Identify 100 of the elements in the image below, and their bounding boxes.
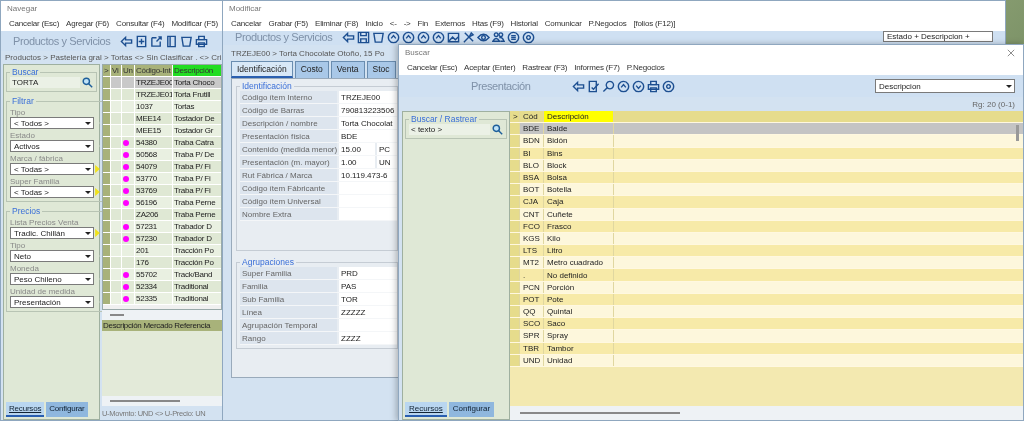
column-header[interactable]: Descripción Mercado Referencia — [102, 320, 222, 331]
bucket-icon[interactable] — [372, 31, 386, 44]
add-document-icon[interactable] — [135, 34, 149, 48]
table-row[interactable]: MEE15 Tostador Gr — [103, 125, 221, 137]
input-field[interactable] — [339, 195, 397, 207]
printer-icon[interactable] — [647, 79, 661, 93]
input-field[interactable]: 1.00 — [339, 156, 375, 168]
menu-item[interactable]: Aceptar (Enter) — [464, 63, 516, 72]
row-header-cell[interactable] — [510, 196, 520, 208]
table-row[interactable]: TRZEJE00 Torta Choco — [103, 77, 221, 89]
check-document-icon[interactable] — [587, 79, 601, 93]
column-header[interactable]: > — [510, 111, 520, 123]
dropdown[interactable]: < Todas > — [10, 186, 94, 198]
input-field[interactable]: 10.119.473-6 — [339, 169, 397, 181]
down-circle-icon[interactable] — [632, 79, 646, 93]
column-header[interactable]: Un — [122, 65, 135, 76]
table-row[interactable]: 54380 Traba Catra — [103, 137, 221, 149]
column-header[interactable]: Vi — [111, 65, 122, 76]
row-header-cell[interactable] — [510, 220, 520, 232]
row-header-cell[interactable] — [510, 147, 520, 159]
list-icon[interactable] — [507, 31, 521, 44]
column-header[interactable]: Descripción — [544, 111, 614, 123]
dropdown[interactable]: Neto — [10, 250, 94, 262]
scrollbar[interactable] — [520, 412, 680, 414]
row-header-cell[interactable] — [510, 269, 520, 281]
dropdown[interactable]: < Todas > — [10, 163, 94, 175]
menu-item[interactable]: Modificar (F5) — [171, 19, 218, 28]
table-row[interactable]: MEE14 Tostador De — [103, 113, 221, 125]
table-row[interactable]: 53770 Traba P/ Fi — [103, 173, 221, 185]
row-header-cell[interactable] — [510, 171, 520, 184]
search-icon[interactable] — [492, 124, 503, 135]
table-row[interactable]: BDN Bidón — [510, 135, 1023, 148]
row-header-cell[interactable] — [510, 232, 520, 245]
menu-item[interactable]: P.Negocios — [626, 63, 665, 72]
scrollbar[interactable] — [1016, 125, 1019, 141]
menu-item[interactable]: Cancelar (Esc) — [9, 19, 60, 28]
tools-icon[interactable] — [462, 31, 476, 44]
dropdown[interactable]: Tradic. Chillán — [10, 227, 94, 239]
input-field[interactable]: 15.00 — [339, 143, 375, 155]
row-header-cell[interactable] — [510, 159, 520, 171]
menu-item[interactable]: Consultar (F4) — [116, 19, 165, 28]
input-field[interactable] — [339, 182, 397, 194]
menu-item[interactable]: Historial — [510, 19, 538, 28]
people-icon[interactable] — [492, 31, 506, 44]
input-field[interactable]: PAS — [339, 280, 397, 292]
dropdown[interactable]: < Todos > — [10, 117, 94, 129]
menu-item[interactable]: Rastrear (F3) — [522, 63, 568, 72]
search-field[interactable]: TORTA — [10, 77, 80, 88]
settings-icon[interactable] — [662, 79, 676, 93]
book-icon[interactable] — [165, 34, 179, 48]
row-header-cell[interactable] — [510, 342, 520, 354]
table-row[interactable]: CJA Caja — [510, 196, 1023, 209]
picture-icon[interactable] — [447, 31, 461, 44]
table-row[interactable]: 52335 Traditional — [103, 293, 221, 305]
menu-item[interactable]: Grabar (F5) — [268, 19, 308, 28]
input-field[interactable] — [339, 208, 397, 220]
tab[interactable]: Costo — [294, 61, 329, 78]
tab[interactable]: Identificación — [231, 61, 293, 78]
row-header-cell[interactable] — [510, 257, 520, 269]
menu-item[interactable]: [folios (F12)] — [633, 19, 676, 28]
bottom-tab[interactable]: Configurar — [46, 402, 88, 417]
table-row[interactable]: TRZEJE01 Torta Frutill — [103, 89, 221, 101]
close-icon[interactable] — [1007, 48, 1015, 57]
table-row[interactable]: 201 Tracción Po — [103, 245, 221, 257]
back-arrow-icon[interactable] — [120, 34, 134, 48]
printer-icon[interactable] — [195, 34, 209, 48]
menu-item[interactable]: Eliminar (F8) — [315, 19, 359, 28]
table-row[interactable]: ZA206 Traba Perne — [103, 209, 221, 221]
up-circle-icon[interactable] — [617, 79, 631, 93]
input-field[interactable] — [339, 319, 397, 331]
up-circle-icon[interactable] — [432, 31, 446, 44]
search-icon[interactable] — [602, 79, 616, 93]
bottom-tab[interactable]: Recursos — [6, 402, 45, 417]
input-field[interactable]: TOR — [339, 293, 397, 305]
column-header[interactable]: Descripción — [173, 65, 221, 76]
bucket-icon[interactable] — [180, 34, 194, 48]
row-header-cell[interactable] — [510, 123, 520, 135]
scrollbar[interactable] — [110, 314, 124, 316]
table-row[interactable]: 52334 Traditional — [103, 281, 221, 293]
menu-item[interactable]: Inicio — [365, 19, 383, 28]
table-row[interactable]: 57231 Trabador D — [103, 221, 221, 233]
row-header-cell[interactable] — [510, 330, 520, 342]
row-header-cell[interactable] — [510, 135, 520, 147]
table-row[interactable]: BDE Balde — [510, 123, 1023, 136]
bottom-tab[interactable]: Recursos — [405, 402, 447, 417]
input-field[interactable]: PRD — [339, 267, 397, 279]
input-field[interactable]: ZZZZZ — [339, 306, 397, 318]
table-row[interactable]: 1037 Tortas — [103, 101, 221, 113]
table-row[interactable]: 54079 Traba P/ Fi — [103, 161, 221, 173]
dropdown[interactable]: Estado + Descripcion + — [883, 31, 993, 42]
menu-item[interactable]: Htas (F9) — [472, 19, 504, 28]
table-row[interactable]: 53769 Traba P/ Fi — [103, 185, 221, 197]
table-row[interactable]: . No definido — [510, 269, 1023, 282]
input-field[interactable]: ZZZZ — [339, 332, 397, 344]
search-icon[interactable] — [82, 77, 93, 88]
row-header-cell[interactable] — [510, 184, 520, 196]
menu-item[interactable]: Cancelar — [231, 19, 262, 28]
back-arrow-icon[interactable] — [342, 31, 356, 44]
row-header-cell[interactable] — [510, 281, 520, 293]
table-row[interactable]: MT2 Metro cuadrado — [510, 257, 1023, 270]
